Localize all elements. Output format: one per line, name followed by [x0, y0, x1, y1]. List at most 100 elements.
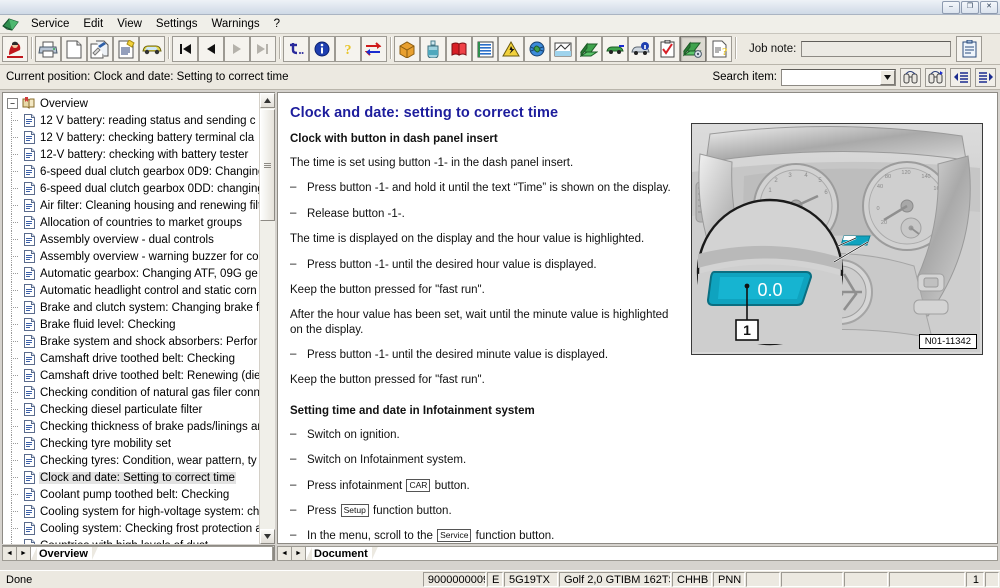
scroll-down-icon[interactable] [260, 529, 275, 544]
document-tab-next[interactable]: ► [292, 547, 306, 560]
tree-item[interactable]: Checking condition of natural gas filer … [5, 384, 260, 401]
car-parts-icon[interactable] [602, 36, 628, 62]
status-message: Done [6, 573, 33, 586]
scrollbar-thumb[interactable] [260, 109, 275, 221]
search-binoculars-next-icon[interactable] [925, 67, 946, 87]
tab-document[interactable]: Document [306, 547, 378, 560]
tree-item[interactable]: 6-speed dual clutch gearbox 0DD: changin… [5, 180, 260, 197]
manual-icon[interactable] [446, 36, 472, 62]
tree-item[interactable]: Checking tyres: Condition, wear pattern,… [5, 452, 260, 469]
book-green-icon[interactable] [576, 36, 602, 62]
tab-overview[interactable]: Overview [31, 547, 98, 560]
car-info-icon[interactable] [628, 36, 654, 62]
paragraph: Keep the button pressed for "fast run". [290, 374, 485, 387]
search-binoculars-icon[interactable] [900, 67, 921, 87]
tree-item[interactable]: Camshaft drive toothed belt: Renewing (d… [5, 367, 260, 384]
svg-text:?: ? [722, 46, 727, 58]
document-list-icon[interactable] [113, 36, 139, 62]
overview-tab-prev[interactable]: ◄ [3, 547, 17, 560]
swap-icon[interactable] [361, 36, 387, 62]
menu-bar: Service Edit View Settings Warnings ? [0, 15, 1000, 34]
wiring-icon[interactable] [550, 36, 576, 62]
maximize-button[interactable]: ❐ [961, 0, 979, 14]
tree-item[interactable]: Allocation of countries to market groups [5, 214, 260, 231]
scroll-up-icon[interactable] [260, 93, 275, 108]
content-split: − Overview 12 V battery: reading status … [0, 90, 1000, 563]
tree-item[interactable]: Camshaft drive toothed belt: Checking [5, 350, 260, 367]
tree-connector [5, 333, 24, 350]
tree-item[interactable]: Brake and clutch system: Changing brake … [5, 299, 260, 316]
paragraph: The time is displayed on the display and… [290, 233, 645, 246]
tree-item[interactable]: 12-V battery: checking with battery test… [5, 146, 260, 163]
tree-item[interactable]: Clock and date: Setting to correct time [5, 469, 260, 486]
print-icon[interactable] [35, 36, 61, 62]
tree-item[interactable]: 12 V battery: checking battery terminal … [5, 129, 260, 146]
job-note-input[interactable] [801, 41, 952, 57]
menu-view[interactable]: View [110, 17, 149, 31]
vehicle-icon[interactable] [139, 36, 165, 62]
tree-item[interactable]: Assembly overview - dual controls [5, 231, 260, 248]
expand-tree-icon[interactable] [975, 67, 996, 87]
menu-settings[interactable]: Settings [149, 17, 205, 31]
document-icon [24, 471, 35, 484]
help-icon[interactable]: ? [335, 36, 361, 62]
svg-text:0: 0 [876, 206, 879, 212]
tree-item[interactable]: Automatic headlight control and static c… [5, 282, 260, 299]
checklist-icon[interactable] [654, 36, 680, 62]
previous-page-icon[interactable] [198, 36, 224, 62]
menu-service[interactable]: Service [24, 17, 76, 31]
globe-icon[interactable] [524, 36, 550, 62]
tree-item[interactable]: Coolant pump toothed belt: Checking [5, 486, 260, 503]
bullet-item: – In the menu, scroll to the Service func… [290, 529, 685, 543]
component-icon[interactable] [394, 36, 420, 62]
tree-item[interactable]: 6-speed dual clutch gearbox 0D9: Changin… [5, 163, 260, 180]
tree-item[interactable]: Automatic gearbox: Changing ATF, 09G ge [5, 265, 260, 282]
minimize-button[interactable]: – [942, 0, 960, 14]
tree-root-overview[interactable]: − Overview [5, 95, 260, 112]
tree-expander[interactable]: − [7, 98, 18, 109]
edit-document-icon[interactable] [87, 36, 113, 62]
next-page-icon[interactable] [224, 36, 250, 62]
tree-item[interactable]: Brake system and shock absorbers: Perfor [5, 333, 260, 350]
bullet-text-prefix: Press infotainment [307, 479, 406, 492]
dash-marker: – [290, 348, 297, 360]
tree-vertical-scrollbar[interactable] [259, 93, 275, 544]
last-page-icon[interactable] [250, 36, 276, 62]
document-tab-prev[interactable]: ◄ [278, 547, 292, 560]
overview-tab-next[interactable]: ► [17, 547, 31, 560]
menu-warnings[interactable]: Warnings [204, 17, 266, 31]
status-field: PNN [713, 572, 745, 587]
new-document-icon[interactable] [61, 36, 87, 62]
back-up-icon[interactable] [283, 36, 309, 62]
tree-item[interactable]: Assembly overview - warning buzzer for c… [5, 248, 260, 265]
document-help-icon[interactable]: ? [706, 36, 732, 62]
tree-item[interactable]: Checking tyre mobility set [5, 435, 260, 452]
tree-connector [5, 384, 24, 401]
fluids-icon[interactable] [420, 36, 446, 62]
tree-item[interactable]: 12 V battery: reading status and sending… [5, 112, 260, 129]
job-note-icon[interactable] [956, 36, 983, 62]
maintenance-active-icon[interactable] [680, 36, 706, 62]
menu-edit[interactable]: Edit [76, 17, 110, 31]
tree-item[interactable]: Air filter: Cleaning housing and renewin… [5, 197, 260, 214]
tree-item[interactable]: Checking thickness of brake pads/linings… [5, 418, 260, 435]
function-button-reference: Service [437, 529, 472, 543]
menu-help[interactable]: ? [267, 17, 287, 31]
bullet-text: Switch on Infotainment system. [307, 454, 467, 467]
bullet-text-suffix: function button. [369, 504, 452, 517]
tree-item[interactable]: Brake fluid level: Checking [5, 316, 260, 333]
search-item-input[interactable] [781, 68, 896, 86]
close-button[interactable]: ✕ [980, 0, 998, 14]
tree-item[interactable]: Countries with high levels of dust [5, 537, 260, 544]
warning-icon[interactable] [498, 36, 524, 62]
tree-item[interactable]: Cooling system for high-voltage system: … [5, 503, 260, 520]
chevron-down-icon[interactable] [880, 69, 895, 85]
tables-icon[interactable] [472, 36, 498, 62]
info-icon[interactable] [309, 36, 335, 62]
collapse-tree-icon[interactable] [950, 67, 971, 87]
document-icon [24, 437, 35, 450]
tree-item[interactable]: Cooling system: Checking frost protectio… [5, 520, 260, 537]
first-page-icon[interactable] [172, 36, 198, 62]
tree-item[interactable]: Checking diesel particulate filter [5, 401, 260, 418]
elsa-home-icon[interactable] [2, 36, 28, 62]
